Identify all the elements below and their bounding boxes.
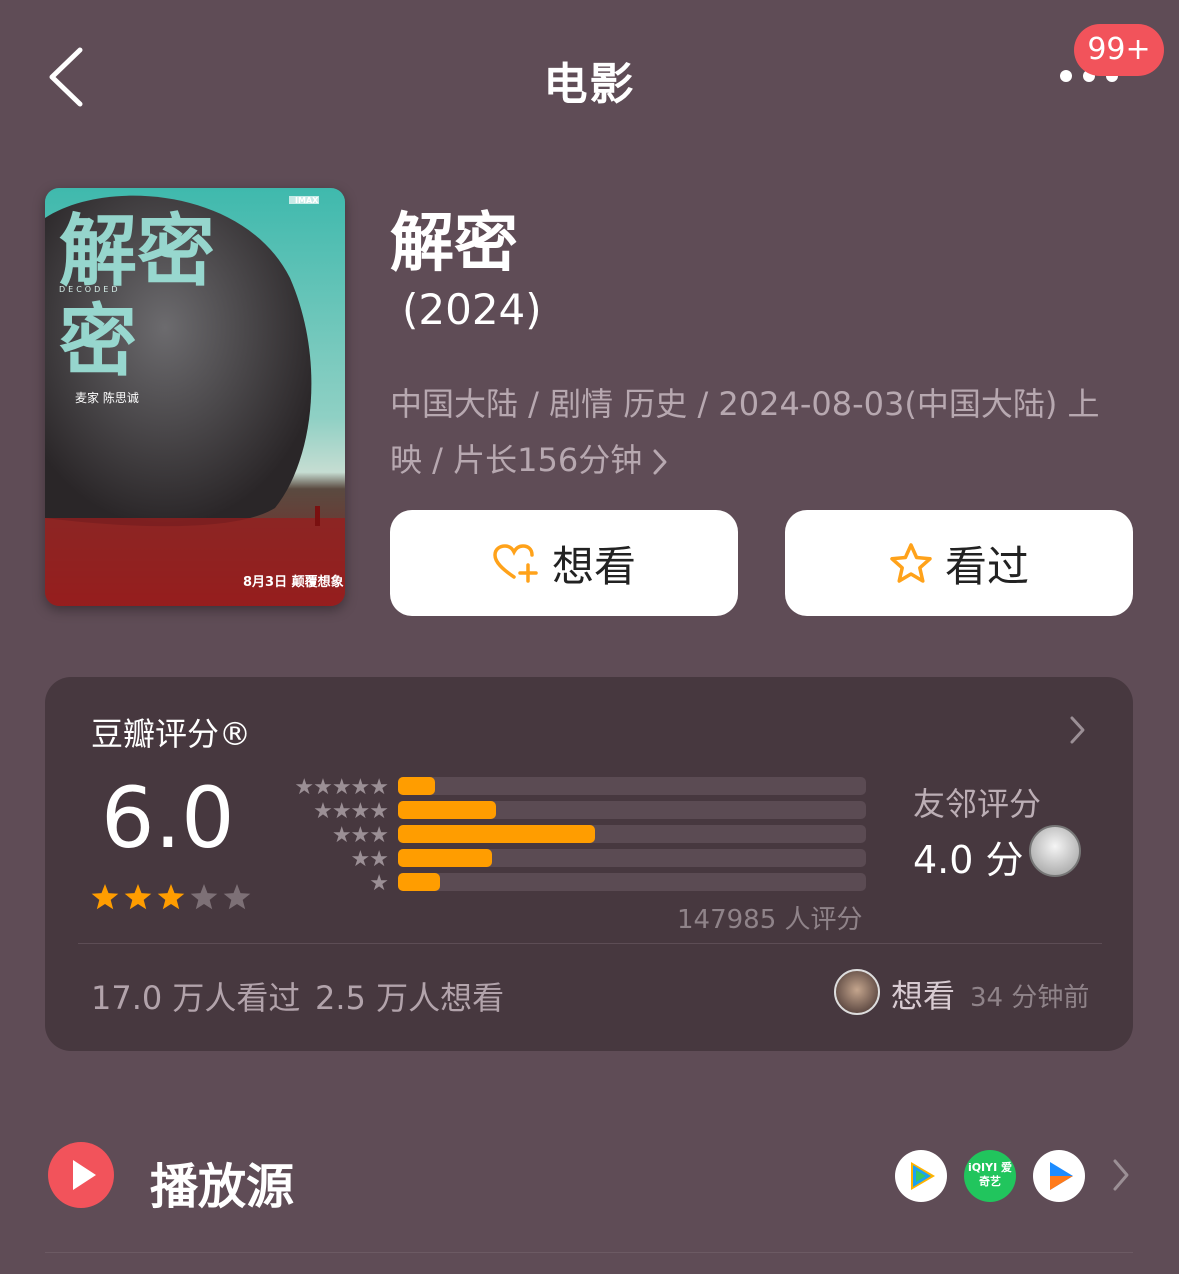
friend-rating-label: 友邻评分 <box>913 785 1042 823</box>
iqiyi-icon[interactable]: iQIYI 爱奇艺 <box>964 1150 1016 1202</box>
svg-text:IMAX: IMAX <box>295 196 319 205</box>
distribution-track <box>398 777 866 795</box>
movie-meta-text: 中国大陆 / 剧情 历史 / 2024-08-03(中国大陆) 上映 / 片长1… <box>390 385 1100 479</box>
distribution-track <box>398 801 866 819</box>
avatar[interactable] <box>1029 825 1081 877</box>
activity-time: 34 分钟前 <box>970 983 1090 1013</box>
tencent-video-icon[interactable] <box>895 1150 947 1202</box>
play-source-arrow[interactable] <box>1112 1158 1130 1196</box>
distribution-track <box>398 825 866 843</box>
chevron-right-icon <box>1113 1159 1129 1191</box>
friend-rating-score: 4.0 分 <box>913 838 1024 882</box>
distribution-track <box>398 849 866 867</box>
want-to-watch-button[interactable]: 想看 <box>390 510 738 616</box>
distribution-bar <box>398 801 497 819</box>
distribution-row: ★★★ <box>278 823 878 848</box>
movie-meta[interactable]: 中国大陆 / 剧情 历史 / 2024-08-03(中国大陆) 上映 / 片长1… <box>390 376 1130 488</box>
star-filled-icon <box>124 884 152 910</box>
want-label: 想看 <box>551 541 636 591</box>
poster-image: IMAX 解密 密 DECODED 麦家 陈思诚 8月3日 颠覆想象 <box>45 188 345 606</box>
svg-text:DECODED: DECODED <box>59 285 120 294</box>
rater-count: 147985 人评分 <box>677 905 863 935</box>
divider <box>45 1252 1133 1253</box>
distribution-track <box>398 873 866 891</box>
movie-year: (2024) <box>402 285 542 334</box>
distribution-stars: ★★ <box>350 847 389 872</box>
rating-score: 6.0 <box>101 769 235 867</box>
avatar[interactable] <box>834 969 880 1015</box>
star-empty-icon <box>190 884 218 910</box>
rating-detail-link[interactable] <box>1069 715 1087 749</box>
distribution-stars: ★ <box>369 871 389 896</box>
distribution-bar <box>398 825 595 843</box>
star-outline-icon <box>890 543 932 583</box>
divider <box>78 943 1102 944</box>
chevron-right-icon <box>653 449 667 475</box>
distribution-row: ★ <box>278 871 878 896</box>
star-filled-icon <box>91 884 119 910</box>
seen-count: 17.0 万人看过 <box>91 979 301 1017</box>
activity-action: 想看 <box>891 977 956 1015</box>
seen-label: 看过 <box>944 541 1029 591</box>
distribution-row: ★★★★ <box>278 799 878 824</box>
svg-text:解密: 解密 <box>59 207 215 297</box>
distribution-bar <box>398 849 492 867</box>
rating-stars <box>89 882 259 918</box>
heart-plus-icon <box>493 544 538 583</box>
rating-title: 豆瓣评分® <box>91 715 252 753</box>
distribution-stars: ★★★★ <box>313 799 389 824</box>
distribution-bar <box>398 873 441 891</box>
chevron-right-icon <box>1070 716 1085 744</box>
page-title: 电影 <box>543 59 636 110</box>
star-filled-icon <box>157 884 185 910</box>
rating-card[interactable]: 豆瓣评分® 6.0 ★★★★★ ★★★★ ★★★ ★★ ★ 147985 人评分 友邻评… <box>45 677 1133 1051</box>
want-count: 2.5 万人想看 <box>315 979 505 1017</box>
distribution-bar <box>398 777 436 795</box>
star-empty-icon <box>223 884 251 910</box>
notification-badge: 99+ <box>1074 24 1164 76</box>
youku-icon[interactable] <box>1033 1150 1085 1202</box>
svg-text:8月3日 颠覆想象: 8月3日 颠覆想象 <box>243 574 344 590</box>
svg-text:密: 密 <box>59 297 137 387</box>
distribution-row: ★★ <box>278 847 878 872</box>
play-source-label: 播放源 <box>150 1159 295 1215</box>
watched-button[interactable]: 看过 <box>785 510 1133 616</box>
movie-title: 解密 <box>390 207 518 281</box>
distribution-row: ★★★★★ <box>278 775 878 800</box>
play-icon[interactable] <box>48 1142 114 1208</box>
distribution-stars: ★★★ <box>331 823 389 848</box>
movie-poster[interactable]: IMAX 解密 密 DECODED 麦家 陈思诚 8月3日 颠覆想象 <box>45 188 345 606</box>
distribution-stars: ★★★★★ <box>294 775 389 800</box>
svg-text:麦家 陈思诚: 麦家 陈思诚 <box>75 390 139 405</box>
